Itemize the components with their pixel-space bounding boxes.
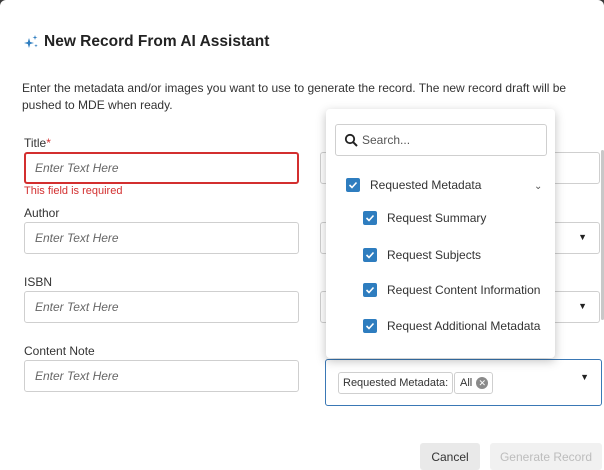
metadata-chip-value: All (460, 377, 473, 389)
checkbox-checked-icon[interactable] (346, 178, 360, 192)
chevron-down-icon: ▼ (578, 301, 587, 311)
title-input[interactable]: Enter Text Here (24, 152, 299, 184)
ai-record-dialog: New Record From AI Assistant Enter the m… (0, 0, 604, 470)
title-error-message: This field is required (24, 185, 123, 197)
checkbox-checked-icon[interactable] (363, 319, 377, 333)
content-note-label: Content Note (24, 344, 95, 358)
title-label-text: Title (24, 136, 47, 150)
requested-metadata-select[interactable]: Requested Metadata: All ✕ ▼ (325, 359, 602, 406)
title-placeholder: Enter Text Here (35, 161, 119, 175)
checkbox-checked-icon[interactable] (363, 283, 377, 297)
option-label: Request Content Information (387, 283, 541, 297)
cancel-button[interactable]: Cancel (420, 443, 480, 470)
content-note-placeholder: Enter Text Here (35, 369, 119, 383)
sparkle-icon (24, 35, 38, 48)
option-request-additional-metadata[interactable]: Request Additional Metadata (363, 319, 540, 333)
required-mark: * (46, 136, 51, 150)
chevron-down-icon[interactable]: ⌄ (534, 181, 542, 192)
metadata-chip-all: All ✕ (454, 372, 494, 394)
isbn-input[interactable]: Enter Text Here (24, 291, 299, 323)
author-input[interactable]: Enter Text Here (24, 222, 299, 254)
metadata-chip-label: Requested Metadata: (338, 372, 454, 394)
isbn-placeholder: Enter Text Here (35, 300, 119, 314)
remove-chip-icon[interactable]: ✕ (476, 377, 489, 389)
author-placeholder: Enter Text Here (35, 231, 119, 245)
option-label: Request Additional Metadata (387, 319, 541, 333)
author-label: Author (24, 206, 60, 220)
search-placeholder: Search... (362, 133, 411, 147)
option-request-content-information[interactable]: Request Content Information (363, 283, 540, 297)
metadata-dropdown: Search... Requested Metadata ⌄ Request S… (326, 109, 555, 358)
isbn-label: ISBN (24, 275, 53, 289)
option-group-requested-metadata[interactable]: Requested Metadata (346, 178, 481, 192)
content-note-input[interactable]: Enter Text Here (24, 360, 299, 392)
generate-record-button[interactable]: Generate Record (490, 443, 602, 470)
dropdown-search-input[interactable]: Search... (335, 124, 547, 156)
option-group-label: Requested Metadata (370, 178, 482, 192)
chevron-down-icon: ▼ (578, 232, 587, 242)
chevron-down-icon[interactable]: ▼ (580, 372, 589, 382)
dialog-header: New Record From AI Assistant (22, 33, 269, 51)
option-label: Request Subjects (387, 248, 482, 262)
option-request-subjects[interactable]: Request Subjects (363, 248, 481, 262)
search-icon (344, 133, 358, 147)
checkbox-checked-icon[interactable] (363, 248, 377, 262)
dialog-title: New Record From AI Assistant (44, 33, 270, 50)
checkbox-checked-icon[interactable] (363, 211, 377, 225)
option-label: Request Summary (387, 211, 487, 225)
title-label: Title* (24, 136, 51, 150)
option-request-summary[interactable]: Request Summary (363, 211, 486, 225)
